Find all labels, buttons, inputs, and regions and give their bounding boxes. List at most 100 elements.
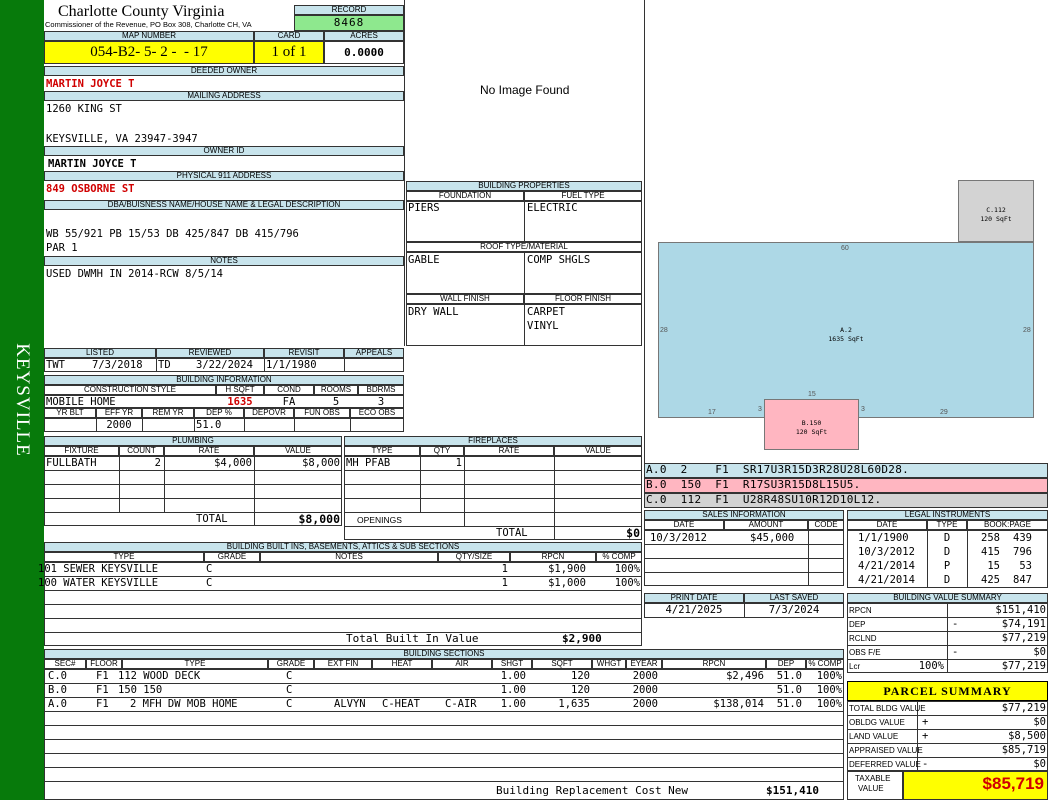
builtins-col-type: TYPE	[44, 552, 204, 562]
acres-value: 0.0000	[324, 41, 404, 64]
legal-row3-type: P	[943, 560, 951, 572]
sections-row2-dep: 51.0	[776, 684, 802, 696]
legal-row1-page: 439	[1013, 532, 1032, 544]
sections-col-air: AIR	[432, 659, 492, 669]
roof-material-value: COMP SHGLS	[527, 254, 591, 266]
legal-row2-date: 10/3/2012	[858, 546, 915, 558]
sketch-code-b-text: B.0 150 F1 R17SU3R15D8L15U5.	[646, 478, 861, 491]
dep-value: 51.0	[196, 419, 222, 431]
plumbing-row-count: 2	[154, 457, 161, 469]
sections-col-extfin: EXT FIN	[314, 659, 372, 669]
county-title: Charlotte County Virginia	[58, 3, 225, 20]
last-saved-label: LAST SAVED	[744, 593, 844, 603]
sections-row1-floor: F1	[96, 670, 109, 682]
sections-row2-type: 150 150	[118, 684, 163, 696]
county-subtitle: Commissioner of the Revenue, PO Box 308,…	[45, 20, 252, 29]
record-label: RECORD	[294, 5, 404, 15]
legal-row3-date: 4/21/2014	[858, 560, 915, 572]
plumbing-col-count: COUNT	[119, 446, 164, 456]
sections-col-comp: % COMP	[806, 659, 844, 669]
sections-col-dep: DEP	[766, 659, 806, 669]
reviewed-label: REVIEWED	[156, 348, 264, 358]
builtins-col-comp: % COMP	[596, 552, 642, 562]
sections-row2-sec: B.0	[48, 684, 67, 696]
sales-col-date: DATE	[644, 520, 724, 530]
legal-row2-book: 415	[981, 546, 1000, 558]
sections-row2-grade: C	[286, 684, 293, 696]
plumbing-row-fixture: FULLBATH	[46, 457, 97, 469]
legal-row1-book: 258	[981, 532, 1000, 544]
sections-col-eyear: EYEAR	[626, 659, 662, 669]
sketch-deck-label: C.112	[986, 206, 1006, 214]
dba-line2: PAR 1	[46, 242, 78, 254]
sections-row3-heat: C-HEAT	[382, 698, 420, 710]
legal-row4-book: 425	[981, 574, 1000, 586]
listed-date: 7/3/2018	[92, 359, 143, 371]
fireplaces-col-type: TYPE	[344, 446, 420, 456]
listed-by: TWT	[46, 359, 65, 371]
physical-address-label: PHYSICAL 911 ADDRESS	[44, 171, 404, 181]
print-date-value: 4/21/2025	[665, 604, 723, 616]
sketch-dim-porch-top: 15	[808, 391, 816, 398]
building-properties-title: BUILDING PROPERTIES	[406, 181, 642, 191]
builtins-row2-qty: 1	[501, 577, 508, 589]
parcel-land-value: $8,500	[1008, 730, 1046, 742]
floor-finish-label: FLOOR FINISH	[524, 294, 642, 304]
sections-col-sqft: SQFT	[532, 659, 592, 669]
effyr-label: EFF YR	[96, 408, 142, 418]
hsqft-label: H SQFT	[216, 385, 264, 395]
fireplaces-col-rate: RATE	[464, 446, 554, 456]
sketch-dim-bottom-left: 17	[708, 409, 716, 416]
builtins-row2-grade: C	[206, 577, 213, 589]
legal-col-type: TYPE	[927, 520, 967, 530]
building-info-title: BUILDING INFORMATION	[44, 375, 404, 385]
sketch-porch-sqft: 120 SqFt	[795, 428, 828, 436]
legal-row3-book: 15	[987, 560, 1000, 572]
parcel-obldg-value: $0	[1033, 716, 1046, 728]
sketch-main-label: A.2	[840, 326, 852, 334]
sections-row1-shgt: 1.00	[500, 670, 526, 682]
sales-row-date: 10/3/2012	[650, 532, 707, 544]
sections-row1-eyear: 2000	[632, 670, 658, 682]
sections-row3-dep: 51.0	[776, 698, 802, 710]
revisit-value: 1/1/1980	[266, 359, 317, 371]
taxable-label-line2: VALUE	[858, 784, 884, 793]
effyr-value: 2000	[106, 419, 132, 431]
sections-row3-comp: 100%	[816, 698, 842, 710]
physical-address-value: 849 OSBORNE ST	[46, 183, 135, 195]
sections-row1-grade: C	[286, 670, 293, 682]
sections-row1-rpcn: $2,496	[726, 670, 764, 682]
sections-col-sec: SEC#	[44, 659, 86, 669]
no-image-text: No Image Found	[480, 83, 570, 97]
fireplaces-col-qty: QTY	[420, 446, 464, 456]
bdrms-value: 3	[377, 396, 385, 408]
parcel-summary-title: PARCEL SUMMARY	[883, 684, 1012, 698]
ecoobs-label: ECO OBS	[350, 408, 404, 418]
builtins-col-grade: GRADE	[204, 552, 260, 562]
sections-row3-grade: C	[286, 698, 293, 710]
legal-row1-date: 1/1/1900	[858, 532, 909, 544]
sections-row3-air: C-AIR	[445, 698, 477, 710]
fireplaces-total-label: TOTAL	[496, 527, 528, 539]
sketch-dim-left: 28	[660, 327, 668, 334]
sections-row2-sqft: 120	[571, 684, 590, 696]
sections-row2-shgt: 1.00	[500, 684, 526, 696]
legal-row1-type: D	[943, 532, 951, 544]
legal-col-date: DATE	[847, 520, 927, 530]
sections-col-type: TYPE	[122, 659, 268, 669]
legal-row4-page: 847	[1013, 574, 1032, 586]
construction-style-label: CONSTRUCTION STYLE	[44, 385, 216, 395]
bvs-lcr-value: $77,219	[1001, 660, 1046, 672]
bvs-dep-value: $74,191	[1001, 618, 1046, 630]
parcel-bldg-value: $77,219	[1001, 702, 1046, 714]
sections-row3-sqft: 1,635	[558, 698, 590, 710]
builtins-total-value: $2,900	[562, 632, 602, 645]
parcel-bldg-label: TOTAL BLDG VALUE	[849, 704, 926, 713]
builtins-title: BUILDING BUILT INS, BASEMENTS, ATTICS & …	[44, 542, 642, 552]
owner-id-label: OWNER ID	[44, 146, 404, 156]
sections-col-whgt: WHGT	[592, 659, 626, 669]
map-number-value: 054-B2- 5- 2 - - 17	[44, 41, 254, 64]
sketch-deck-sqft: 120 SqFt	[980, 215, 1012, 223]
sections-row1-sec: C.0	[48, 670, 67, 682]
sections-row1-dep: 51.0	[776, 670, 802, 682]
